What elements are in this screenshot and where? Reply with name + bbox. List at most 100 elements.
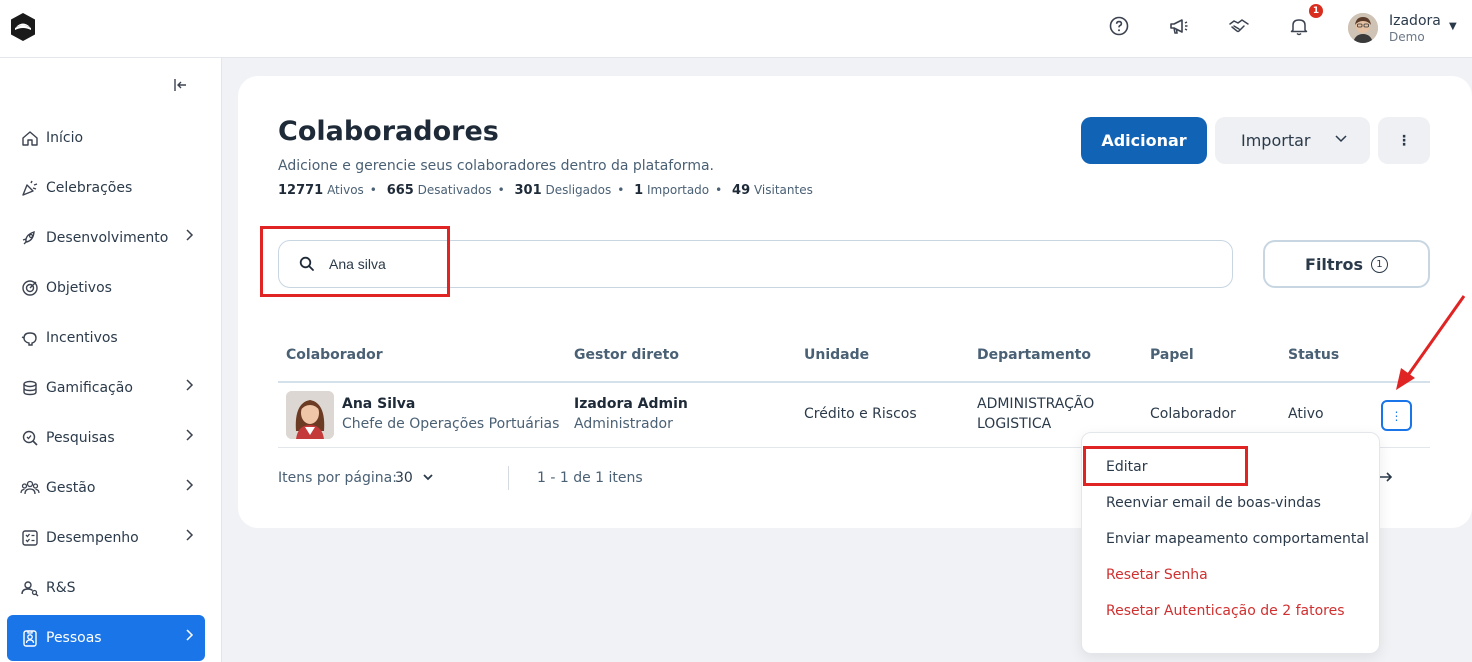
chevron-right-icon bbox=[183, 228, 195, 246]
app-logo-icon[interactable] bbox=[9, 12, 37, 42]
stat-deactivated-label: Desativados bbox=[417, 183, 492, 197]
rocket-icon bbox=[20, 228, 40, 248]
annotation-highlight-search bbox=[260, 226, 450, 297]
row-actions-button[interactable]: ⋮ bbox=[1381, 400, 1412, 431]
column-header-status[interactable]: Status bbox=[1288, 347, 1339, 363]
stat-separator: • bbox=[497, 183, 505, 197]
sidebar-item-desenvolvimento[interactable]: Desenvolvimento bbox=[7, 215, 205, 261]
stat-visitors-value: 49 bbox=[732, 183, 751, 198]
bell-icon[interactable] bbox=[1288, 15, 1310, 37]
top-bar: 1 Izadora Demo ▼ bbox=[0, 0, 1472, 58]
piggy-bank-icon bbox=[20, 328, 40, 348]
column-header-departamento[interactable]: Departamento bbox=[977, 347, 1091, 363]
sidebar-item-pessoas[interactable]: Pessoas bbox=[7, 615, 205, 661]
import-button[interactable]: Importar bbox=[1215, 117, 1370, 164]
coins-icon bbox=[20, 378, 40, 398]
home-icon bbox=[20, 128, 40, 148]
table-header-divider bbox=[278, 381, 1430, 383]
sidebar: Início Celebrações Desenvolvimento Objetivo… bbox=[0, 58, 222, 662]
filters-count-badge: 1 bbox=[1370, 255, 1388, 273]
sidebar-item-label: Início bbox=[46, 130, 84, 146]
collaborator-role: Chefe de Operações Portuárias bbox=[342, 416, 560, 432]
chevron-right-icon bbox=[183, 478, 195, 496]
notification-badge: 1 bbox=[1309, 4, 1323, 18]
filters-label: Filtros bbox=[1305, 254, 1363, 274]
annotation-highlight-edit bbox=[1083, 446, 1248, 486]
sidebar-item-label: R&S bbox=[46, 580, 76, 596]
sidebar-item-desempenho[interactable]: Desempenho bbox=[7, 515, 205, 561]
page-title: Colaboradores bbox=[278, 116, 499, 147]
collaborator-name[interactable]: Ana Silva bbox=[342, 396, 415, 412]
more-options-button[interactable]: ⋮ bbox=[1378, 117, 1430, 164]
papel-cell: Colaborador bbox=[1150, 406, 1236, 422]
stat-separator: • bbox=[617, 183, 625, 197]
sidebar-item-gestao[interactable]: Gestão bbox=[7, 465, 205, 511]
sidebar-item-inicio[interactable]: Início bbox=[7, 115, 205, 161]
chevron-right-icon bbox=[183, 428, 195, 446]
pagination-divider bbox=[508, 466, 509, 490]
column-header-papel[interactable]: Papel bbox=[1150, 347, 1194, 363]
sidebar-item-objetivos[interactable]: Objetivos bbox=[7, 265, 205, 311]
page-subtitle: Adicione e gerencie seus colaboradores d… bbox=[278, 158, 714, 174]
badge-icon bbox=[20, 628, 40, 648]
chevron-down-icon bbox=[1335, 135, 1347, 143]
stat-active-value: 12771 bbox=[278, 183, 324, 198]
chevron-right-icon bbox=[183, 628, 195, 646]
manager-role: Administrador bbox=[574, 416, 673, 432]
menu-item-resend-welcome-email[interactable]: Reenviar email de boas-vindas bbox=[1106, 495, 1321, 511]
megaphone-icon[interactable] bbox=[1168, 15, 1190, 37]
items-per-page-label: Itens por página: bbox=[278, 470, 397, 486]
party-icon bbox=[20, 178, 40, 198]
sidebar-item-label: Incentivos bbox=[46, 330, 118, 346]
user-menu-caret-icon[interactable]: ▼ bbox=[1449, 21, 1457, 32]
sidebar-item-label: Objetivos bbox=[46, 280, 112, 296]
unit-cell: Crédito e Riscos bbox=[804, 406, 917, 422]
annotation-arrow-icon bbox=[1396, 295, 1466, 390]
status-cell: Ativo bbox=[1288, 406, 1324, 422]
department-line1: ADMINISTRAÇÃO bbox=[977, 396, 1095, 412]
sidebar-item-celebracoes[interactable]: Celebrações bbox=[7, 165, 205, 211]
stat-deactivated-value: 665 bbox=[386, 183, 414, 198]
search-input[interactable] bbox=[329, 256, 1189, 272]
collapse-sidebar-icon[interactable] bbox=[172, 76, 190, 94]
stat-active-label: Ativos bbox=[327, 183, 364, 197]
menu-item-reset-2fa[interactable]: Resetar Autenticação de 2 fatores bbox=[1106, 603, 1345, 619]
items-per-page-select[interactable]: 30 bbox=[395, 470, 413, 486]
collaborator-avatar-image bbox=[286, 391, 334, 439]
chevron-right-icon bbox=[183, 378, 195, 396]
sidebar-item-r-s[interactable]: R&S bbox=[7, 565, 205, 611]
chevron-down-icon[interactable] bbox=[422, 471, 434, 483]
add-button[interactable]: Adicionar bbox=[1081, 117, 1207, 164]
sidebar-item-label: Pessoas bbox=[46, 630, 102, 646]
stats-summary: 12771 Ativos • 665 Desativados • 301 Desli… bbox=[278, 183, 813, 198]
stat-dismissed-value: 301 bbox=[514, 183, 542, 198]
department-line2: LOGISTICA bbox=[977, 416, 1052, 432]
stat-imported-label: Importado bbox=[647, 183, 710, 197]
stat-visitors-label: Visitantes bbox=[753, 183, 813, 197]
user-avatar-image bbox=[1348, 13, 1378, 43]
column-header-colaborador[interactable]: Colaborador bbox=[286, 347, 383, 363]
checklist-icon bbox=[20, 528, 40, 548]
menu-item-reset-password[interactable]: Resetar Senha bbox=[1106, 567, 1208, 583]
manager-name: Izadora Admin bbox=[574, 396, 688, 412]
user-name[interactable]: Izadora bbox=[1389, 13, 1441, 29]
column-header-gestor[interactable]: Gestor direto bbox=[574, 347, 679, 363]
user-role: Demo bbox=[1389, 30, 1425, 44]
filters-button[interactable]: Filtros 1 bbox=[1263, 240, 1430, 288]
stat-imported-value: 1 bbox=[634, 183, 644, 198]
pagination-range: 1 - 1 de 1 itens bbox=[537, 470, 643, 486]
stat-dismissed-label: Desligados bbox=[545, 183, 612, 197]
chevron-right-icon bbox=[183, 528, 195, 546]
next-page-arrow-icon[interactable] bbox=[1378, 469, 1394, 485]
sidebar-item-gamificacao[interactable]: Gamificação bbox=[7, 365, 205, 411]
handshake-icon[interactable] bbox=[1228, 15, 1250, 37]
survey-icon bbox=[20, 428, 40, 448]
column-header-unidade[interactable]: Unidade bbox=[804, 347, 869, 363]
team-icon bbox=[20, 478, 40, 498]
sidebar-item-label: Celebrações bbox=[46, 180, 133, 196]
help-icon[interactable] bbox=[1108, 15, 1130, 37]
sidebar-item-incentivos[interactable]: Incentivos bbox=[7, 315, 205, 361]
menu-item-send-behavioral-mapping[interactable]: Enviar mapeamento comportamental bbox=[1106, 531, 1369, 547]
user-avatar[interactable] bbox=[1348, 13, 1378, 43]
sidebar-item-pesquisas[interactable]: Pesquisas bbox=[7, 415, 205, 461]
